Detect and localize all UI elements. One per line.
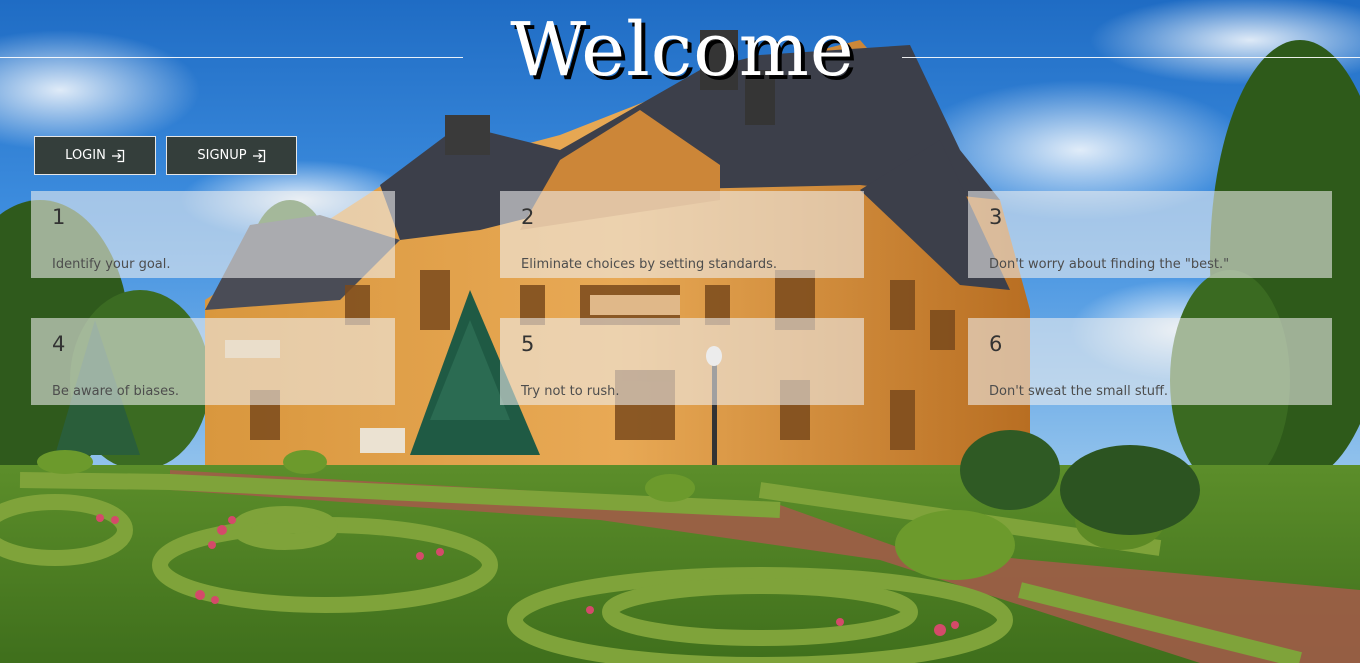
tip-text: Try not to rush.: [521, 384, 620, 399]
login-button[interactable]: LOGIN: [34, 136, 156, 175]
tip-text: Don't sweat the small stuff.: [989, 384, 1169, 399]
page: Welcome LOGIN SIGNUP 1 Identify your goa…: [0, 0, 1360, 663]
page-title: Welcome: [510, 7, 855, 93]
tip-text: Don't worry about finding the "best.": [989, 257, 1230, 272]
tip-card-5: 5 Try not to rush.: [500, 318, 864, 405]
signup-button[interactable]: SIGNUP: [166, 136, 297, 175]
tip-card-1: 1 Identify your goal.: [31, 191, 395, 278]
login-button-label: LOGIN: [65, 148, 106, 163]
tip-card-6: 6 Don't sweat the small stuff.: [968, 318, 1332, 405]
tip-number: 6: [989, 332, 1003, 356]
tip-card-2: 2 Eliminate choices by setting standards…: [500, 191, 864, 278]
tip-number: 5: [521, 332, 535, 356]
tip-number: 4: [52, 332, 66, 356]
sign-in-icon: [252, 149, 266, 163]
tip-card-3: 3 Don't worry about finding the "best.": [968, 191, 1332, 278]
tip-card-4: 4 Be aware of biases.: [31, 318, 395, 405]
tip-text: Identify your goal.: [52, 257, 171, 272]
tip-text: Be aware of biases.: [52, 384, 179, 399]
tip-number: 2: [521, 205, 535, 229]
header-divider-left: [0, 57, 463, 58]
tip-text: Eliminate choices by setting standards.: [521, 257, 777, 272]
tip-number: 3: [989, 205, 1003, 229]
sign-in-icon: [111, 149, 125, 163]
signup-button-label: SIGNUP: [197, 148, 247, 163]
tip-number: 1: [52, 205, 66, 229]
header-divider-right: [902, 57, 1360, 58]
